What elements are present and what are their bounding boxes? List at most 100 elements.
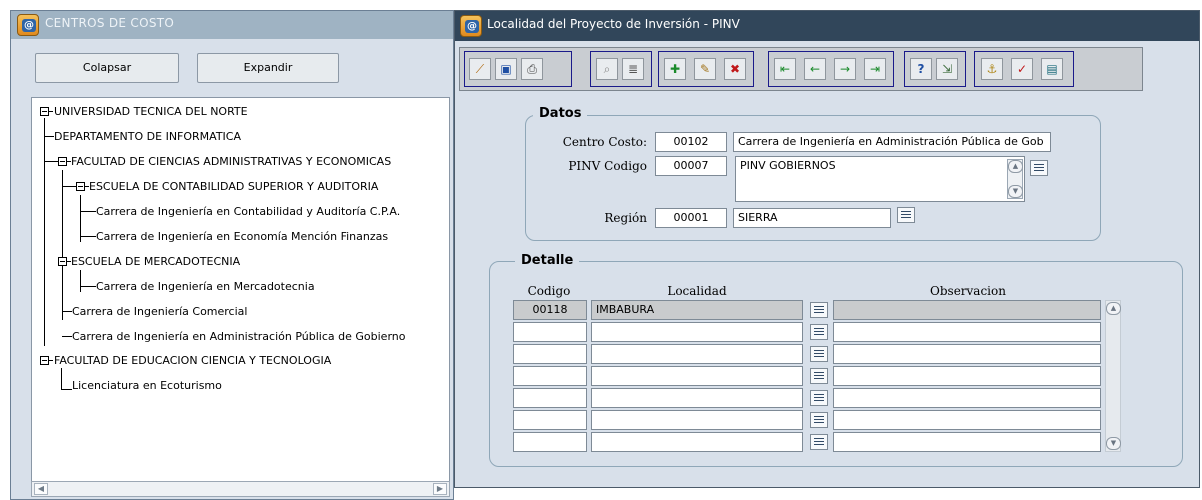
printer-icon[interactable]: ⎙ [521, 58, 543, 80]
codigo-cell[interactable] [513, 388, 587, 408]
localidad-list-icon[interactable] [810, 434, 828, 450]
tree-node-car-adm-pub[interactable]: Carrera de Ingeniería en Administración … [72, 330, 405, 343]
localidad-cell[interactable]: IMBABURA [591, 300, 803, 320]
toolbar-group-help: ? ⇲ [904, 51, 966, 87]
centro-costo-label: Centro Costo: [562, 135, 647, 149]
pinv-location-window: @ Localidad del Proyecto de Inversión - … [454, 10, 1200, 488]
scroll-left-icon[interactable]: ◀ [34, 483, 48, 495]
save-icon[interactable]: ▣ [495, 58, 517, 80]
region-list-icon[interactable] [897, 207, 915, 223]
pinv-title-bar[interactable]: @ Localidad del Proyecto de Inversión - … [455, 11, 1199, 41]
region-name-field[interactable]: SIERRA [733, 208, 891, 228]
scroll-right-icon[interactable]: ▶ [433, 483, 447, 495]
tree-node-university[interactable]: UNIVERSIDAD TECNICA DEL NORTE [54, 105, 248, 118]
window-title: CENTROS DE COSTO [45, 16, 175, 30]
insert-record-icon[interactable]: ✚ [664, 58, 686, 80]
tree-node-dept-informatica[interactable]: DEPARTAMENTO DE INFORMATICA [54, 130, 241, 143]
calendar-icon[interactable]: ▤ [1041, 58, 1063, 80]
tree-node-car-comercial[interactable]: Carrera de Ingeniería Comercial [72, 305, 247, 318]
localidad-cell[interactable] [591, 322, 803, 342]
column-header-localidad: Localidad [667, 284, 727, 298]
column-header-observacion: Observacion [930, 284, 1006, 298]
localidad-cell[interactable] [591, 432, 803, 452]
tree-toggle-esc-contab[interactable] [76, 182, 85, 191]
codigo-cell[interactable] [513, 344, 587, 364]
check-icon[interactable]: ✓ [1011, 58, 1033, 80]
localidad-cell[interactable] [591, 366, 803, 386]
tree-toggle-fac-educ[interactable] [40, 356, 49, 365]
next-record-icon[interactable]: → [834, 58, 856, 80]
delete-record-icon[interactable]: ✖ [724, 58, 746, 80]
localidad-list-icon[interactable] [810, 368, 828, 384]
edit-record-icon[interactable]: ✎ [694, 58, 716, 80]
observacion-cell[interactable] [833, 322, 1101, 342]
observacion-cell[interactable] [833, 410, 1101, 430]
help-icon[interactable]: ? [910, 58, 932, 80]
scroll-up-icon[interactable]: ▲ [1106, 302, 1121, 315]
codigo-cell[interactable] [513, 432, 587, 452]
observacion-cell[interactable] [833, 388, 1101, 408]
localidad-list-icon[interactable] [810, 302, 828, 318]
observacion-cell[interactable] [833, 432, 1101, 452]
codigo-cell[interactable] [513, 322, 587, 342]
tree-node-lic-eco[interactable]: Licenciatura en Ecoturismo [72, 379, 222, 392]
region-code-field[interactable]: 00001 [655, 208, 727, 228]
tree-node-car-contab[interactable]: Carrera de Ingeniería en Contabilidad y … [96, 205, 400, 218]
localidad-list-icon[interactable] [810, 324, 828, 340]
localidad-list-icon[interactable] [810, 346, 828, 362]
observacion-cell[interactable] [833, 366, 1101, 386]
tree-node-fac-educ[interactable]: FACULTAD DE EDUCACION CIENCIA Y TECNOLOG… [54, 354, 331, 367]
previous-record-icon[interactable]: ← [804, 58, 826, 80]
codigo-cell[interactable]: 00118 [513, 300, 587, 320]
codigo-cell[interactable] [513, 410, 587, 430]
observacion-cell[interactable] [833, 300, 1101, 320]
cost-centers-title-bar[interactable]: @ CENTROS DE COSTO [11, 11, 453, 39]
app-icon: @ [460, 15, 482, 37]
toolbar: ⟋ ▣ ⎙ ⌕ ≣ ✚ ✎ ✖ ⇤ ← → ⇥ ? ⇲ ⚓ ✓ ▤ [459, 47, 1143, 91]
localidad-cell[interactable] [591, 388, 803, 408]
tree-node-fac-admin[interactable]: FACULTAD DE CIENCIAS ADMINISTRATIVAS Y E… [71, 155, 391, 168]
toolbar-group-navigation: ⇤ ← → ⇥ [768, 51, 894, 87]
anchor-icon[interactable]: ⚓ [981, 58, 1003, 80]
search-icon[interactable]: ⌕ [596, 58, 618, 80]
tree-toggle-esc-merc[interactable] [58, 257, 67, 266]
tree-node-car-econ[interactable]: Carrera de Ingeniería en Economía Menció… [96, 230, 388, 243]
localidad-list-icon[interactable] [810, 390, 828, 406]
detalle-legend: Detalle [515, 253, 580, 268]
exit-icon[interactable]: ⇲ [936, 58, 958, 80]
tree-horizontal-scrollbar[interactable]: ◀ ▶ [31, 481, 450, 497]
broom-icon[interactable]: ⟋ [469, 58, 491, 80]
localidad-cell[interactable] [591, 344, 803, 364]
detail-vertical-scrollbar[interactable]: ▲ ▼ [1105, 300, 1121, 452]
expand-button[interactable]: Expandir [197, 53, 339, 83]
pinv-code-field[interactable]: 00007 [655, 156, 727, 176]
scroll-down-icon[interactable]: ▼ [1106, 437, 1121, 450]
tree-node-car-merc[interactable]: Carrera de Ingeniería en Mercadotecnia [96, 280, 315, 293]
centro-costo-code-field[interactable]: 00102 [655, 132, 727, 152]
observacion-cell[interactable] [833, 344, 1101, 364]
column-header-codigo: Codigo [527, 284, 571, 298]
first-record-icon[interactable]: ⇤ [774, 58, 796, 80]
tree-node-esc-merc[interactable]: ESCUELA DE MERCADOTECNIA [71, 255, 240, 268]
pinv-name-scrollbar[interactable]: ▲ ▼ [1007, 159, 1023, 199]
tree-toggle-fac-admin[interactable] [58, 157, 67, 166]
list-icon[interactable]: ≣ [622, 58, 644, 80]
collapse-button[interactable]: Colapsar [35, 53, 179, 83]
toolbar-group-file: ⟋ ▣ ⎙ [464, 51, 572, 87]
app-icon: @ [17, 14, 39, 36]
scroll-up-icon[interactable]: ▲ [1008, 160, 1023, 173]
pinv-list-icon[interactable] [1030, 160, 1048, 176]
cost-centers-window: @ CENTROS DE COSTO Colapsar Expandir UNI… [10, 10, 454, 500]
localidad-cell[interactable] [591, 410, 803, 430]
datos-legend: Datos [533, 106, 588, 121]
toolbar-group-record: ✚ ✎ ✖ [658, 51, 754, 87]
scroll-down-icon[interactable]: ▼ [1008, 185, 1023, 198]
tree-toggle-root[interactable] [40, 107, 49, 116]
toolbar-group-extra: ⚓ ✓ ▤ [974, 51, 1074, 87]
centro-costo-name-field[interactable]: Carrera de Ingeniería en Administración … [733, 132, 1051, 152]
pinv-name-field[interactable]: PINV GOBIERNOS [735, 156, 1025, 202]
codigo-cell[interactable] [513, 366, 587, 386]
localidad-list-icon[interactable] [810, 412, 828, 428]
tree-node-esc-contab[interactable]: ESCUELA DE CONTABILIDAD SUPERIOR Y AUDIT… [89, 180, 378, 193]
last-record-icon[interactable]: ⇥ [864, 58, 886, 80]
